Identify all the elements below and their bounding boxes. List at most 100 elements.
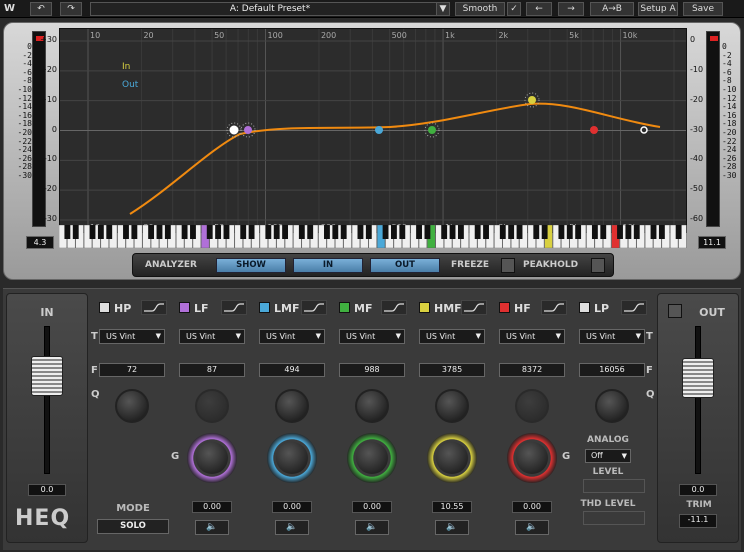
band-shape-hmf[interactable] [461,300,487,315]
band-enable-hf[interactable] [499,302,510,313]
band-enable-lmf[interactable] [259,302,270,313]
db-tick-right: -50 [690,184,704,194]
band-gain-value-mf[interactable]: 0.00 [352,501,392,513]
band-solo-speaker-mf[interactable]: 🔈 [355,520,389,535]
band-type-select-hmf[interactable]: US Vint [419,329,485,344]
previous-preset-button[interactable]: ← [526,2,552,16]
band-solo-speaker-hmf[interactable]: 🔈 [435,520,469,535]
band-type-select-mf[interactable]: US Vint [339,329,405,344]
band-solo-speaker-lmf[interactable]: 🔈 [275,520,309,535]
piano-black-key [324,225,330,239]
peakhold-toggle[interactable] [591,258,605,273]
eq-graph-svg[interactable]: 1010202050501001002002005005001k1k2k2k5k… [60,29,686,232]
band-type-select-lf[interactable]: US Vint [179,329,245,344]
band-q-knob-hf[interactable] [515,389,549,423]
piano-black-key [625,225,632,239]
band-freq-hmf[interactable]: 3785 [419,363,485,377]
next-preset-button[interactable]: → [558,2,584,16]
band-gain-knob-lmf[interactable] [267,433,317,483]
smooth-checkbox[interactable]: ✓ [507,2,521,16]
band-enable-lf[interactable] [179,302,190,313]
analyzer-out-button[interactable]: OUT [370,258,440,273]
band-freq-hp[interactable]: 72 [99,363,165,377]
input-fader-handle[interactable] [31,356,63,396]
band-q-knob-hp[interactable] [115,389,149,423]
band-freq-lf[interactable]: 87 [179,363,245,377]
undo-button[interactable]: ↶ [30,2,52,16]
piano-black-key [391,225,397,239]
piano-black-key [516,225,523,239]
output-panel: OUT 0.0 TRIM -11.1 [657,293,739,543]
band-enable-mf[interactable] [339,302,350,313]
piano-black-key [650,225,657,239]
meter-scale-tick: -30 [722,170,737,180]
output-gain-value[interactable]: 0.0 [679,484,717,496]
freq-tick-top: 1k [445,31,455,40]
preset-dropdown-button[interactable]: ▼ [436,2,450,16]
band-q-knob-lf[interactable] [195,389,229,423]
band-shape-lp[interactable] [621,300,647,315]
band-gain-knob-hmf[interactable] [427,433,477,483]
output-fader-handle[interactable] [682,358,714,398]
band-type-select-lp[interactable]: US Vint [579,329,645,344]
band-lf: LF US Vint 87 0.00 🔈 [173,293,252,543]
input-gain-value[interactable]: 0.0 [28,484,66,496]
piano-black-key [424,225,431,239]
band-q-knob-hmf[interactable] [435,389,469,423]
analyzer-in-button[interactable]: IN [293,258,363,273]
band-node-hf[interactable] [590,126,598,134]
band-type-select-hf[interactable]: US Vint [499,329,565,344]
band-controls-panel: IN 0.0 HEQ T F Q G T F Q G MODE SOLO ANA… [3,288,741,550]
setup-button[interactable]: Setup A [638,2,678,16]
trim-value[interactable]: -11.1 [679,514,717,528]
band-shape-mf[interactable] [381,300,407,315]
band-gain-knob-hf[interactable] [507,433,557,483]
band-solo-speaker-lf[interactable]: 🔈 [195,520,229,535]
output-fader-track[interactable] [695,326,701,474]
trim-label: TRIM [686,500,712,510]
band-gain-value-lmf[interactable]: 0.00 [272,501,312,513]
band-shape-lmf[interactable] [301,300,327,315]
band-shape-lf[interactable] [221,300,247,315]
db-tick-left: +30 [40,35,57,44]
freeze-toggle[interactable] [501,258,515,273]
db-tick-right: 0 [690,35,696,44]
piano-black-key [508,225,515,239]
db-tick-left: 0 [51,124,57,134]
band-gain-value-hmf[interactable]: 10.55 [432,501,472,513]
band-freq-hf[interactable]: 8372 [499,363,565,377]
piano-black-key [97,225,104,239]
input-fader-track[interactable] [44,326,50,474]
band-q-knob-lp[interactable] [595,389,629,423]
preset-name-display[interactable]: A: Default Preset* [90,2,450,16]
band-freq-mf[interactable]: 988 [339,363,405,377]
band-type-select-hp[interactable]: US Vint [99,329,165,344]
band-name-lmf: LMF [274,302,300,315]
band-enable-lp[interactable] [579,302,590,313]
band-freq-lp[interactable]: 16056 [579,363,645,377]
band-shape-hf[interactable] [541,300,567,315]
band-freq-lmf[interactable]: 494 [259,363,325,377]
band-enable-hmf[interactable] [419,302,430,313]
band-gain-knob-mf[interactable] [347,433,397,483]
band-gain-value-hf[interactable]: 0.00 [512,501,552,513]
analyzer-show-button[interactable]: SHOW [216,258,286,273]
piano-black-key [106,225,113,239]
band-solo-speaker-hf[interactable]: 🔈 [515,520,549,535]
piano-black-key [558,225,565,239]
band-shape-hp[interactable] [141,300,167,315]
band-q-knob-mf[interactable] [355,389,389,423]
band-type-select-lmf[interactable]: US Vint [259,329,325,344]
save-button[interactable]: Save [683,2,723,16]
ab-compare-button[interactable]: A→B [590,2,634,16]
band-q-knob-lmf[interactable] [275,389,309,423]
band-enable-hp[interactable] [99,302,110,313]
piano-black-key [164,225,171,239]
band-gain-knob-lf[interactable] [187,433,237,483]
band-node-lp[interactable] [640,126,648,134]
meter-scale-tick: -30 [17,170,32,180]
eq-response-graph[interactable]: 1010202050501001002002005005001k1k2k2k5k… [59,28,687,233]
band-gain-value-lf[interactable]: 0.00 [192,501,232,513]
redo-button[interactable]: ↷ [60,2,82,16]
band-node-lmf[interactable] [375,126,383,134]
